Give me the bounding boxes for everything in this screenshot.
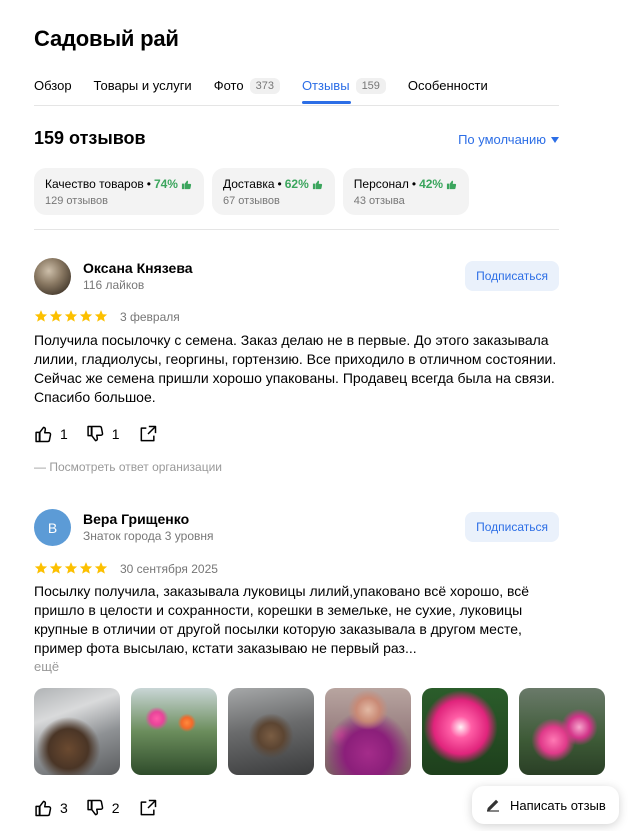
review-date: 30 сентября 2025 xyxy=(120,562,218,576)
avatar[interactable] xyxy=(34,258,71,295)
star-icon xyxy=(34,310,48,322)
tab-count-badge: 159 xyxy=(355,77,386,94)
tab-features[interactable]: Особенности xyxy=(408,75,488,97)
star-icon xyxy=(64,562,78,574)
rating-stars xyxy=(34,561,108,575)
aspect-separator: • xyxy=(146,177,151,191)
star-icon xyxy=(49,562,63,574)
aspect-separator: • xyxy=(277,177,282,191)
avatar[interactable]: В xyxy=(34,509,71,546)
share-icon xyxy=(140,425,156,442)
aspect-separator: • xyxy=(411,177,417,191)
star-icon xyxy=(94,562,108,574)
like-button[interactable]: 1 xyxy=(34,424,68,444)
tab-photos[interactable]: Фото 373 xyxy=(214,75,280,97)
star-icon xyxy=(79,310,93,322)
subscribe-button[interactable]: Подписаться xyxy=(465,512,559,542)
review-author-subtitle: 116 лайков xyxy=(83,278,145,292)
tab-label: Фото xyxy=(213,78,244,93)
star-icon xyxy=(64,310,78,322)
star-icon xyxy=(79,562,93,574)
divider xyxy=(34,229,559,230)
aspect-chip-delivery[interactable]: Доставка • 62% 67 отзывов xyxy=(211,168,335,215)
review-actions: 1 1 xyxy=(34,424,158,444)
thumbs-down-icon xyxy=(87,799,104,816)
thumbs-up-icon xyxy=(181,180,192,189)
star-icon xyxy=(94,310,108,322)
review-photo[interactable] xyxy=(34,688,120,775)
review-date: 3 февраля xyxy=(120,310,180,324)
tab-products[interactable]: Товары и услуги xyxy=(94,75,192,97)
thumbs-up-icon xyxy=(35,800,52,817)
dislike-button[interactable]: 1 xyxy=(86,424,120,444)
share-button[interactable] xyxy=(138,798,158,818)
thumbs-down-icon xyxy=(87,425,104,442)
like-button[interactable]: 3 xyxy=(34,798,68,818)
aspect-chip-quality[interactable]: Качество товаров • 74% 129 отзывов xyxy=(34,168,204,215)
tab-reviews[interactable]: Отзывы 159 xyxy=(301,75,386,104)
tab-bar: Обзор Товары и услуги Фото 373 Отзывы 15… xyxy=(34,66,559,106)
rating-stars xyxy=(34,309,108,323)
aspect-name: Персонал xyxy=(353,177,409,191)
star-icon xyxy=(34,562,48,574)
review-photo[interactable] xyxy=(325,688,411,775)
subscribe-button[interactable]: Подписаться xyxy=(465,261,559,291)
review-photo[interactable] xyxy=(228,688,314,775)
dislikes-count: 1 xyxy=(111,426,120,442)
review-text: Посылку получила, заказывала луковицы ли… xyxy=(34,583,530,656)
sort-dropdown[interactable]: По умолчанию xyxy=(458,132,559,147)
write-review-label: Написать отзыв xyxy=(510,797,606,813)
share-icon xyxy=(140,799,156,816)
tab-label: Отзывы xyxy=(301,78,350,93)
likes-count: 1 xyxy=(60,426,68,442)
tab-label: Товары и услуги xyxy=(93,78,192,93)
star-icon xyxy=(49,310,63,322)
tab-overview[interactable]: Обзор xyxy=(34,75,72,97)
expand-text-link[interactable]: ещё xyxy=(34,659,59,674)
view-org-reply-link[interactable]: — Посмотреть ответ организации xyxy=(34,460,222,474)
aspect-name: Доставка xyxy=(222,177,275,191)
thumbs-up-icon xyxy=(447,180,457,189)
dislikes-count: 2 xyxy=(111,800,120,816)
review-card: В Вера Грищенко Знаток города 3 уровня П… xyxy=(34,509,559,679)
aspect-reviews-count: 129 отзывов xyxy=(45,195,108,207)
avatar-letter: В xyxy=(47,519,58,536)
review-photo[interactable] xyxy=(422,688,508,775)
review-card: Оксана Князева 116 лайков Подписаться 3 … xyxy=(34,258,559,478)
thumbs-up-icon xyxy=(312,180,322,189)
review-author[interactable]: Оксана Князева xyxy=(83,260,193,276)
triangle-down-icon xyxy=(551,136,559,143)
review-photo[interactable] xyxy=(131,688,217,775)
review-text: Получила посылочку с семена. Заказ делаю… xyxy=(34,332,557,405)
review-photo[interactable] xyxy=(519,688,605,775)
aspect-percent: 74% xyxy=(153,177,178,191)
aspect-filters: Качество товаров • 74% 129 отзывов Достав… xyxy=(34,168,470,215)
write-review-button[interactable]: Написать отзыв xyxy=(472,786,619,824)
thumbs-up-icon xyxy=(35,426,52,443)
review-author-subtitle: Знаток города 3 уровня xyxy=(83,529,214,543)
aspect-name: Качество товаров xyxy=(45,177,144,191)
review-photos xyxy=(34,688,605,775)
sort-label: По умолчанию xyxy=(458,132,546,147)
dislike-button[interactable]: 2 xyxy=(86,798,120,818)
share-button[interactable] xyxy=(138,424,158,444)
aspect-percent: 62% xyxy=(284,177,309,191)
tab-label: Особенности xyxy=(407,78,488,93)
reviews-count-title: 159 отзывов xyxy=(34,128,146,148)
aspect-chip-staff[interactable]: Персонал • 42% 43 отзыва xyxy=(342,168,470,215)
aspect-reviews-count: 67 отзывов xyxy=(222,195,280,207)
pencil-icon xyxy=(487,799,499,812)
page-title: Садовый рай xyxy=(34,26,179,51)
tab-label: Обзор xyxy=(34,78,72,93)
aspect-reviews-count: 43 отзыва xyxy=(353,195,405,207)
aspect-percent: 42% xyxy=(419,177,444,191)
tab-count-badge: 373 xyxy=(249,77,280,94)
likes-count: 3 xyxy=(60,800,68,816)
review-actions: 3 2 xyxy=(34,798,158,818)
review-author[interactable]: Вера Грищенко xyxy=(83,511,189,527)
